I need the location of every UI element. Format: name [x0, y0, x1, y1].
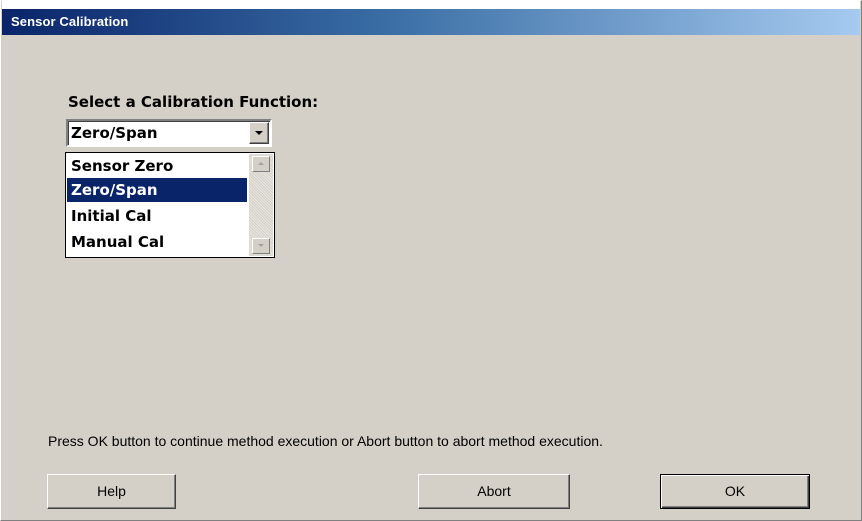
- title-bar[interactable]: Sensor Calibration: [2, 9, 860, 35]
- list-item-manual-cal[interactable]: Manual Cal: [67, 230, 247, 254]
- dropdown-selected-value: Zero/Span: [71, 124, 158, 142]
- window-title: Sensor Calibration: [11, 14, 129, 29]
- calibration-options-list[interactable]: Sensor Zero Zero/Span Initial Cal Manual…: [65, 152, 275, 258]
- list-item-sensor-zero[interactable]: Sensor Zero: [67, 154, 247, 178]
- dropdown-toggle-button[interactable]: [249, 122, 269, 144]
- ok-button[interactable]: OK: [660, 474, 810, 509]
- chevron-down-icon: [255, 131, 263, 135]
- scroll-up-button[interactable]: [252, 156, 270, 172]
- dialog-window: Sensor Calibration Select a Calibration …: [0, 0, 862, 521]
- instruction-message: Press OK button to continue method execu…: [48, 433, 603, 449]
- calibration-function-label: Select a Calibration Function:: [68, 93, 319, 111]
- help-button[interactable]: Help: [47, 474, 176, 509]
- scroll-down-arrow-icon: [258, 244, 264, 247]
- scroll-up-arrow-icon: [258, 162, 264, 165]
- abort-button[interactable]: Abort: [418, 474, 570, 509]
- scroll-down-button[interactable]: [252, 238, 270, 254]
- top-strip: [2, 1, 860, 9]
- list-item-zero-span[interactable]: Zero/Span: [67, 178, 247, 202]
- list-item-initial-cal[interactable]: Initial Cal: [67, 204, 247, 228]
- calibration-function-dropdown[interactable]: Zero/Span: [66, 119, 272, 147]
- list-scrollbar[interactable]: [249, 154, 273, 256]
